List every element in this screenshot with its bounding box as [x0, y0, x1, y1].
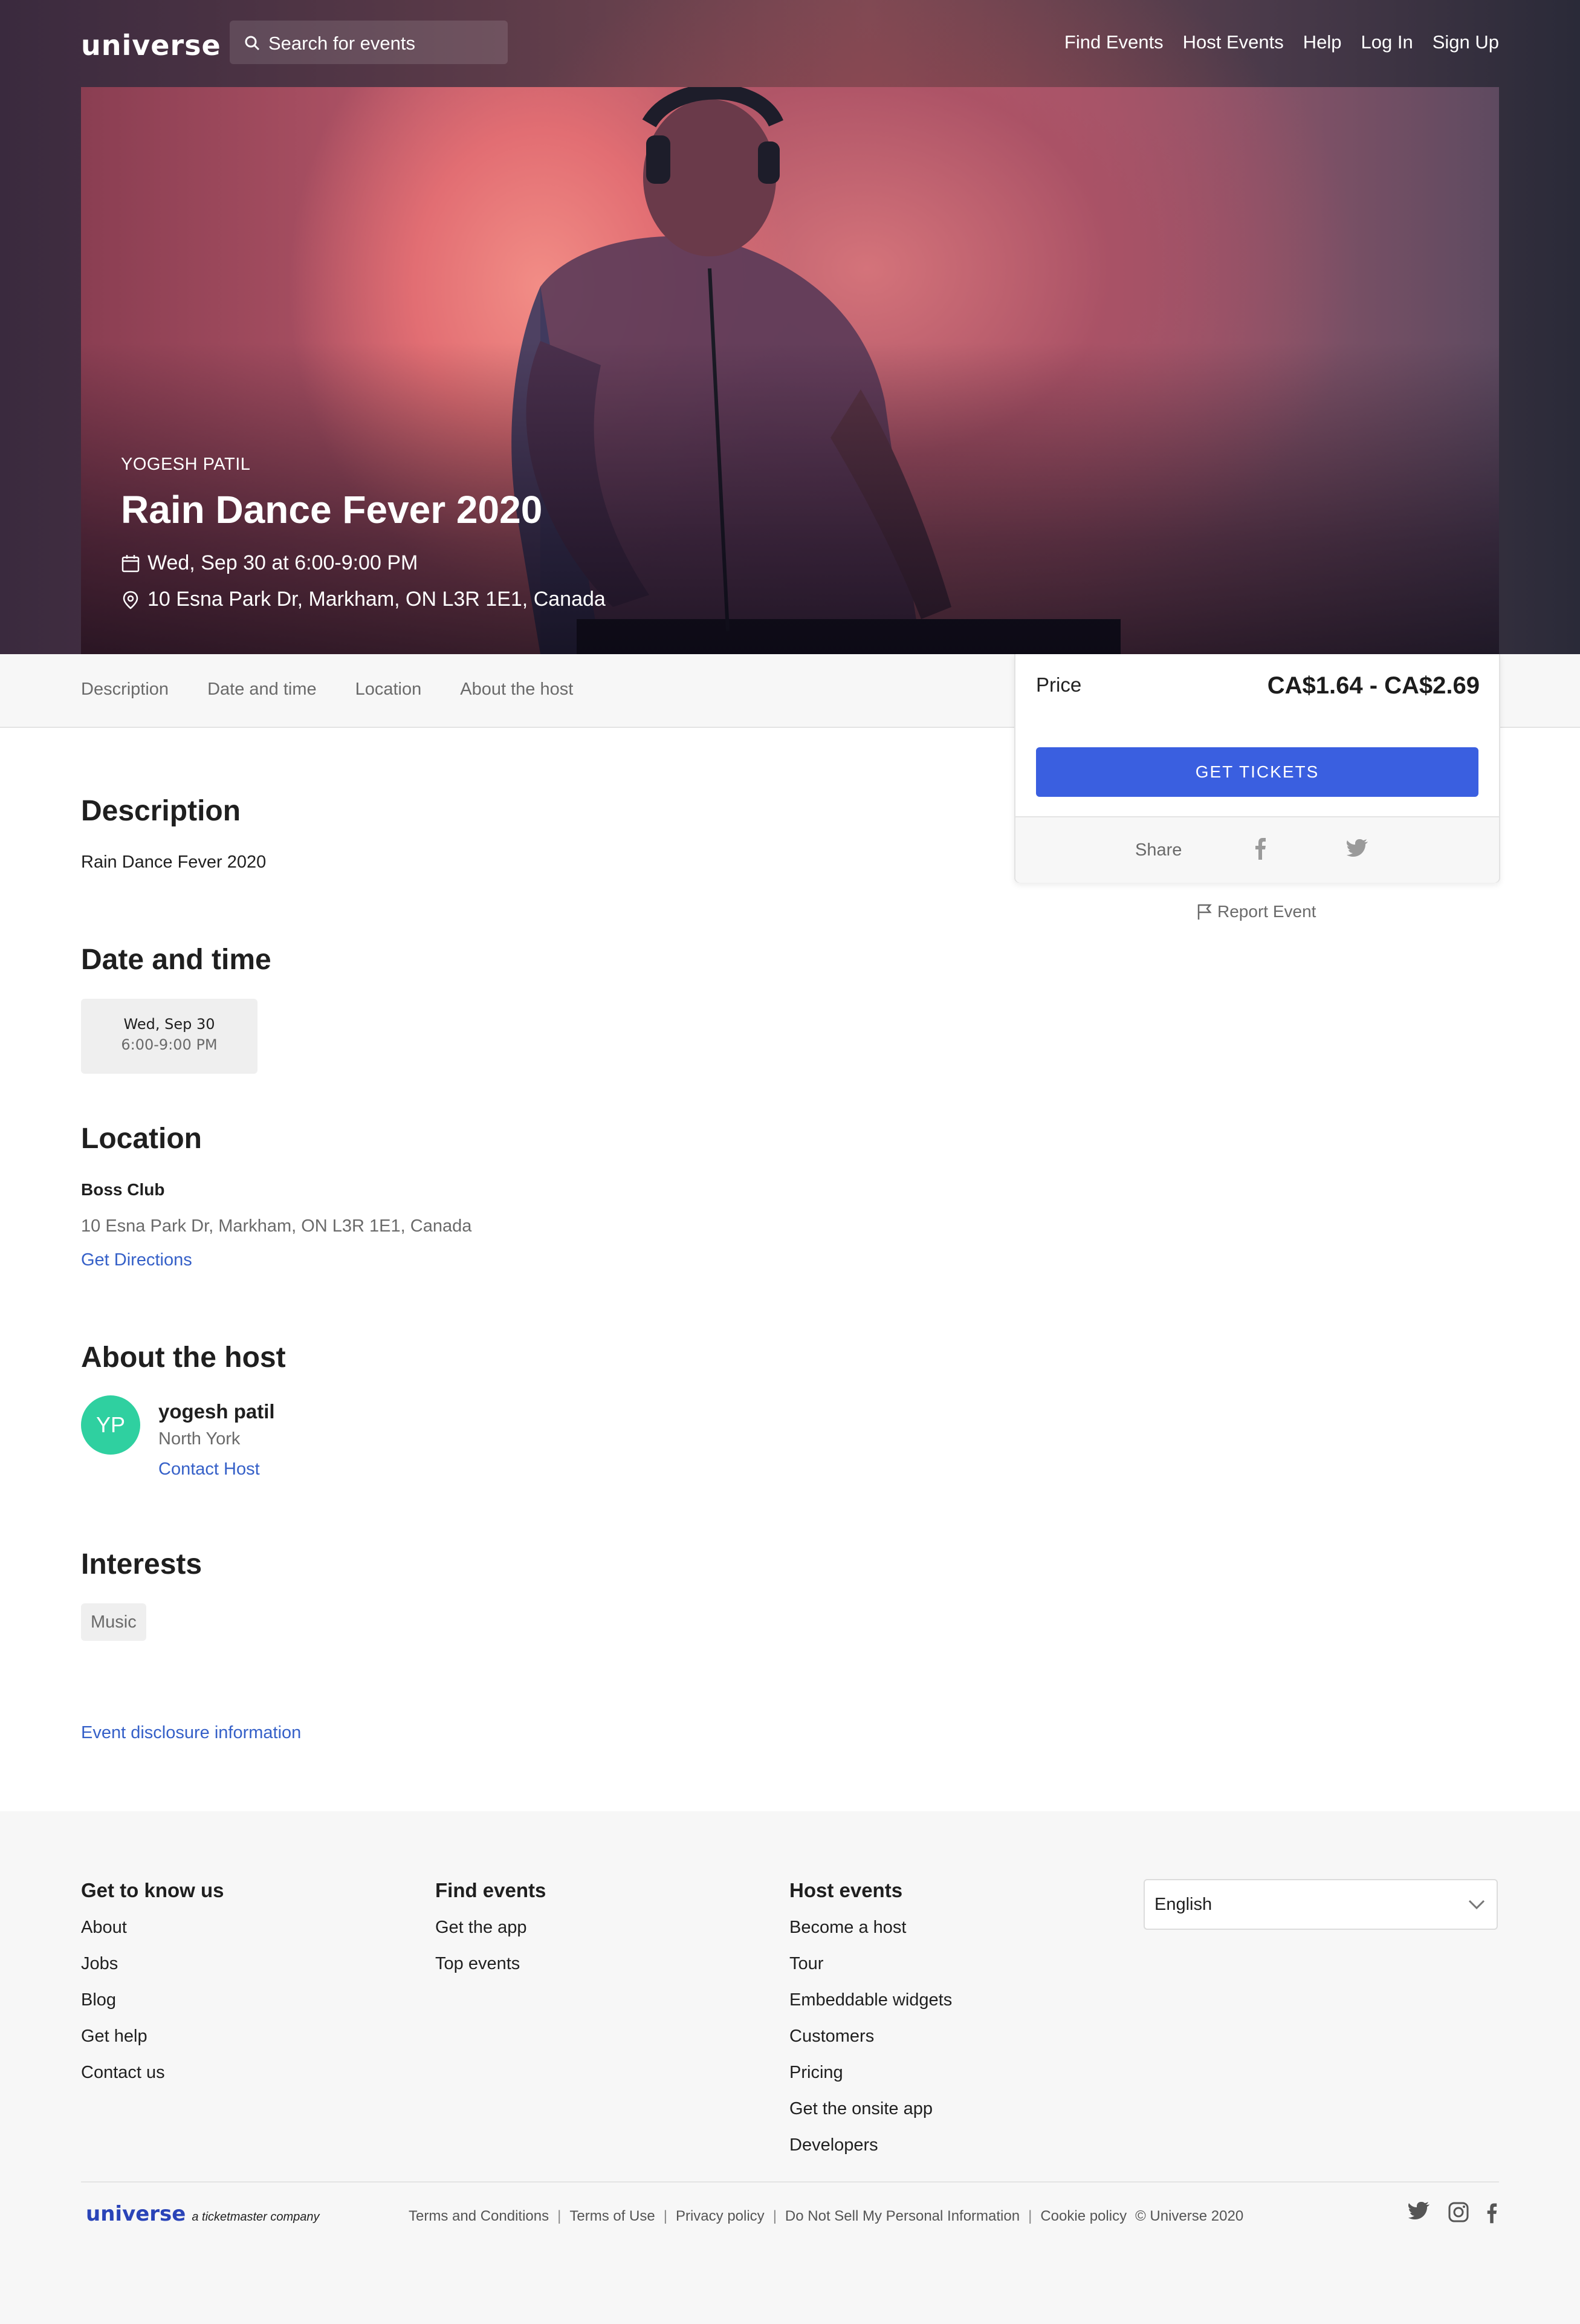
universe-logo[interactable]: universe — [81, 29, 221, 62]
header-nav: Find Events Host Events Help Log In Sign… — [1064, 31, 1499, 53]
venue-address: 10 Esna Park Dr, Markham, ON L3R 1E1, Ca… — [81, 1216, 472, 1236]
footer-divider — [81, 2181, 1499, 2183]
search-input[interactable]: Search for events — [268, 33, 415, 54]
separator: | — [557, 2208, 562, 2224]
footer-col-find-events: Find events Get the app Top events — [435, 1879, 546, 1989]
interests-heading: Interests — [81, 1548, 202, 1580]
footer-link-cookie-policy[interactable]: Cookie policy — [1040, 2208, 1127, 2225]
host-city: North York — [158, 1429, 241, 1449]
facebook-icon[interactable] — [1486, 2202, 1498, 2224]
footer-link-top-events[interactable]: Top events — [435, 1953, 546, 1989]
nav-host-events[interactable]: Host Events — [1183, 31, 1284, 53]
nav-help[interactable]: Help — [1303, 31, 1342, 53]
event-disclosure-link[interactable]: Event disclosure information — [81, 1723, 301, 1743]
language-select[interactable]: English — [1144, 1879, 1498, 1930]
description-text: Rain Dance Fever 2020 — [81, 852, 267, 872]
hero-host-name: YOGESH PATIL — [121, 455, 251, 474]
footer-heading: Get to know us — [81, 1879, 224, 1901]
tab-date-and-time[interactable]: Date and time — [207, 680, 317, 699]
twitter-icon[interactable] — [1408, 2202, 1430, 2220]
share-row: Share — [1015, 816, 1499, 883]
hero-address-text: 10 Esna Park Dr, Markham, ON L3R 1E1, Ca… — [147, 588, 606, 611]
footer-link-tour[interactable]: Tour — [789, 1953, 952, 1989]
chevron-down-icon — [1468, 1900, 1485, 1910]
separator: | — [663, 2208, 667, 2224]
footer-link-become-host[interactable]: Become a host — [789, 1917, 952, 1953]
report-event-link[interactable]: Report Event — [1197, 902, 1316, 921]
footer-link-terms-of-use[interactable]: Terms of Use — [569, 2208, 655, 2225]
footer-col-get-to-know-us: Get to know us About Jobs Blog Get help … — [81, 1879, 224, 2098]
footer-col-host-events: Host events Become a host Tour Embeddabl… — [789, 1879, 952, 2170]
tab-description[interactable]: Description — [81, 680, 169, 699]
facebook-icon[interactable] — [1254, 837, 1267, 860]
footer: Get to know us About Jobs Blog Get help … — [0, 1811, 1580, 2324]
language-value: English — [1154, 1895, 1213, 1914]
flag-icon — [1197, 904, 1212, 920]
footer-link-onsite-app[interactable]: Get the onsite app — [789, 2098, 952, 2134]
search-box[interactable]: Search for events — [230, 21, 508, 64]
footer-link-jobs[interactable]: Jobs — [81, 1953, 224, 1989]
about-host-heading: About the host — [81, 1342, 286, 1374]
footer-logo[interactable]: universe a ticketmaster company — [86, 2202, 320, 2226]
share-label: Share — [1135, 840, 1182, 860]
footer-heading: Host events — [789, 1879, 903, 1901]
copyright: © Universe 2020 — [1135, 2208, 1244, 2224]
tab-about-host[interactable]: About the host — [460, 680, 573, 699]
description-heading: Description — [81, 795, 241, 827]
hero-datetime: Wed, Sep 30 at 6:00-9:00 PM — [121, 551, 418, 575]
twitter-icon[interactable] — [1347, 839, 1368, 857]
footer-link-get-app[interactable]: Get the app — [435, 1917, 546, 1953]
hero-datetime-text: Wed, Sep 30 at 6:00-9:00 PM — [147, 551, 418, 574]
separator: | — [1028, 2208, 1032, 2224]
price-label: Price — [1036, 674, 1082, 696]
footer-link-customers[interactable]: Customers — [789, 2025, 952, 2062]
footer-link-blog[interactable]: Blog — [81, 1989, 224, 2025]
separator: | — [772, 2208, 777, 2224]
footer-link-developers[interactable]: Developers — [789, 2134, 952, 2170]
footer-logo-wordmark: universe — [86, 2202, 186, 2226]
date-card: Wed, Sep 30 6:00-9:00 PM — [81, 999, 257, 1074]
date-card-day: Wed, Sep 30 — [123, 1016, 215, 1033]
footer-legal-links: Terms and Conditions | Terms of Use | Pr… — [409, 2208, 1243, 2225]
date-time-heading: Date and time — [81, 944, 271, 976]
interest-tag-music[interactable]: Music — [81, 1603, 146, 1641]
footer-logo-tagline: a ticketmaster company — [192, 2210, 320, 2224]
footer-link-get-help[interactable]: Get help — [81, 2025, 224, 2062]
footer-link-contact-us[interactable]: Contact us — [81, 2062, 224, 2098]
tab-location[interactable]: Location — [355, 680, 422, 699]
footer-link-about[interactable]: About — [81, 1917, 224, 1953]
host-avatar: YP — [81, 1395, 140, 1455]
nav-sign-up[interactable]: Sign Up — [1433, 31, 1499, 53]
host-name[interactable]: yogesh patil — [158, 1400, 275, 1423]
nav-find-events[interactable]: Find Events — [1064, 31, 1164, 53]
date-card-time: 6:00-9:00 PM — [121, 1036, 218, 1053]
footer-link-do-not-sell[interactable]: Do Not Sell My Personal Information — [785, 2208, 1020, 2225]
map-pin-icon — [123, 591, 138, 609]
footer-link-terms-conditions[interactable]: Terms and Conditions — [409, 2208, 549, 2225]
footer-heading: Find events — [435, 1879, 546, 1901]
hero-address: 10 Esna Park Dr, Markham, ON L3R 1E1, Ca… — [121, 588, 606, 611]
venue-name: Boss Club — [81, 1180, 165, 1199]
search-icon — [245, 36, 260, 51]
location-heading: Location — [81, 1123, 202, 1155]
ticket-card: Price CA$1.64 - CA$2.69 GET TICKETS Shar… — [1014, 654, 1500, 883]
report-event-label: Report Event — [1217, 902, 1316, 921]
footer-link-pricing[interactable]: Pricing — [789, 2062, 952, 2098]
calendar-icon — [121, 554, 140, 572]
event-title: Rain Dance Fever 2020 — [121, 488, 543, 531]
get-tickets-button[interactable]: GET TICKETS — [1036, 747, 1478, 797]
top-navigation: universe Search for events Find Events H… — [0, 0, 1580, 87]
nav-log-in[interactable]: Log In — [1361, 31, 1413, 53]
footer-link-privacy[interactable]: Privacy policy — [676, 2208, 765, 2225]
contact-host-link[interactable]: Contact Host — [158, 1459, 260, 1479]
get-directions-link[interactable]: Get Directions — [81, 1250, 192, 1270]
instagram-icon[interactable] — [1448, 2202, 1469, 2222]
footer-link-widgets[interactable]: Embeddable widgets — [789, 1989, 952, 2025]
price-value: CA$1.64 - CA$2.69 — [1267, 672, 1480, 699]
